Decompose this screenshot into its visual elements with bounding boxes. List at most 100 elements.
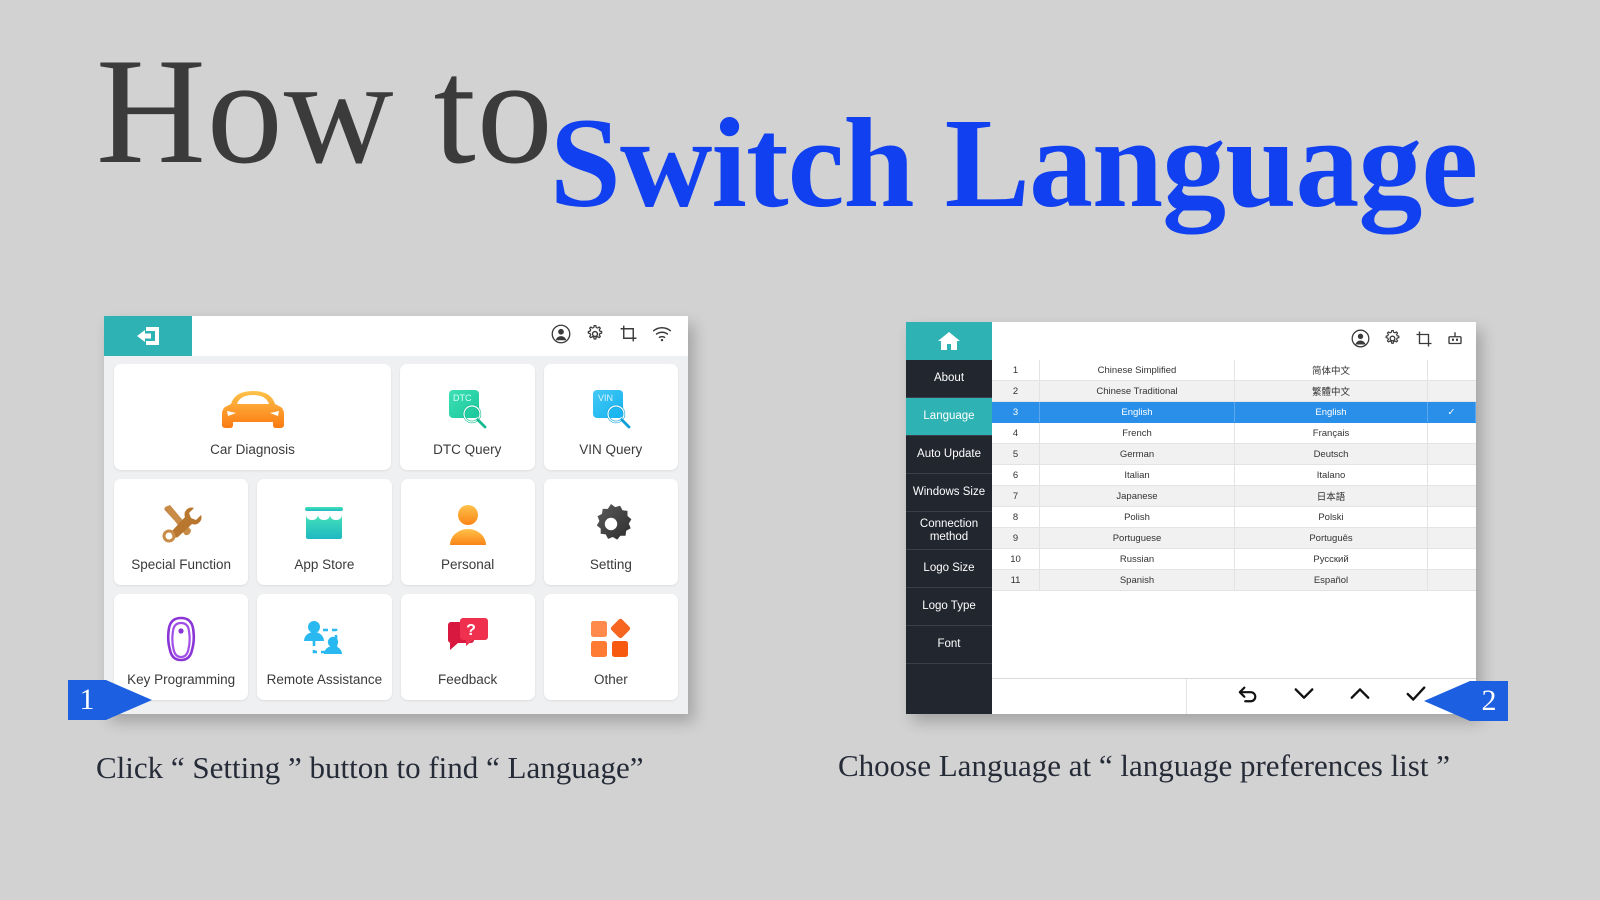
app-tile-label: App Store xyxy=(294,556,355,572)
app-tile-feedback[interactable]: ? Feedback xyxy=(400,594,535,700)
home-icon[interactable] xyxy=(906,322,992,360)
svg-text:VIN: VIN xyxy=(598,393,613,403)
step-number: 2 xyxy=(1470,681,1508,721)
right-status-icons xyxy=(1351,322,1476,360)
gear-icon[interactable] xyxy=(585,324,605,349)
row-english-name: Polish xyxy=(1040,507,1235,527)
table-row[interactable]: 8 Polish Polski xyxy=(992,507,1476,528)
row-index: 8 xyxy=(992,507,1040,527)
step-number: 1 xyxy=(68,680,106,720)
row-native-name: Deutsch xyxy=(1235,444,1428,464)
sidebar-item-language[interactable]: Language xyxy=(906,398,992,436)
app-tile-app-store[interactable]: App Store xyxy=(257,479,392,585)
row-english-name: English xyxy=(1040,402,1235,422)
app-tile-remote-assistance[interactable]: Remote Assistance xyxy=(257,594,392,700)
exit-back-icon[interactable] xyxy=(104,316,192,356)
table-row[interactable]: 9 Portuguese Português xyxy=(992,528,1476,549)
app-tile-car-diagnosis[interactable]: Car Diagnosis xyxy=(114,364,392,470)
dtc-search-icon: DTC xyxy=(443,378,491,440)
row-index: 4 xyxy=(992,423,1040,443)
row-index: 9 xyxy=(992,528,1040,548)
poster-root: How toSwitch Language Car Diagnosis DTC … xyxy=(0,0,1600,900)
tools-icon xyxy=(158,493,204,555)
row-native-name: Français xyxy=(1235,423,1428,443)
row-english-name: Italian xyxy=(1040,465,1235,485)
account-icon[interactable] xyxy=(551,324,571,349)
sidebar-item-label: Windows Size xyxy=(912,486,986,498)
app-tile-setting[interactable]: Setting xyxy=(543,479,678,585)
app-tile-label: Feedback xyxy=(437,671,498,687)
row-check xyxy=(1428,549,1476,569)
bottom-toolbar-spacer xyxy=(992,679,1187,714)
crop-icon[interactable] xyxy=(1415,330,1433,353)
table-row[interactable]: 10 Russian Русский xyxy=(992,549,1476,570)
grid-squares-icon xyxy=(588,608,634,670)
sidebar-item-font[interactable]: Font xyxy=(906,626,992,664)
app-tile-special-function[interactable]: Special Function xyxy=(114,479,249,585)
settings-body: About Language Auto Update Windows Size … xyxy=(906,360,1476,714)
table-row[interactable]: 7 Japanese 日本語 xyxy=(992,486,1476,507)
app-tile-dtc-query[interactable]: DTC DTC Query xyxy=(400,364,535,470)
app-tile-label: Setting xyxy=(589,556,632,572)
row-english-name: Chinese Simplified xyxy=(1040,360,1235,380)
sidebar-item-logo-size[interactable]: Logo Size xyxy=(906,550,992,588)
row-index: 11 xyxy=(992,570,1040,590)
row-native-name: Русский xyxy=(1235,549,1428,569)
table-row[interactable]: 11 Spanish Español xyxy=(992,570,1476,591)
store-icon xyxy=(299,493,349,555)
app-tile-label: Car Diagnosis xyxy=(210,441,295,457)
wifi-icon[interactable] xyxy=(652,325,672,348)
table-row[interactable]: 4 French Français xyxy=(992,423,1476,444)
right-topbar xyxy=(906,322,1476,360)
table-row[interactable]: 5 German Deutsch xyxy=(992,444,1476,465)
sidebar-item-label: Language xyxy=(923,410,975,422)
row-native-name: 日本語 xyxy=(1235,486,1428,506)
app-tile-label: Special Function xyxy=(131,556,232,572)
chevron-down-icon[interactable] xyxy=(1293,686,1315,707)
row-check xyxy=(1428,486,1476,506)
row-native-name: Español xyxy=(1235,570,1428,590)
app-tile-vin-query[interactable]: VIN VIN Query xyxy=(543,364,678,470)
left-topbar xyxy=(104,316,688,356)
feedback-bubble-icon: ? xyxy=(444,608,492,670)
app-tile-personal[interactable]: Personal xyxy=(400,479,535,585)
app-grid: Car Diagnosis DTC DTC Query VIN VIN Quer… xyxy=(104,356,688,714)
row-native-name: 繁體中文 xyxy=(1235,381,1428,401)
svg-text:?: ? xyxy=(466,622,476,639)
svg-text:DTC: DTC xyxy=(453,393,472,403)
sidebar-item-logo-type[interactable]: Logo Type xyxy=(906,588,992,626)
caption-step-2: Choose Language at “ language preference… xyxy=(838,748,1450,783)
left-topbar-spacer xyxy=(192,316,551,356)
right-topbar-spacer xyxy=(992,322,1351,360)
language-preferences-list: 1 Chinese Simplified 简体中文 2 Chinese Trad… xyxy=(992,360,1476,678)
table-row[interactable]: 6 Italian Italano xyxy=(992,465,1476,486)
usb-icon[interactable] xyxy=(1446,330,1464,353)
sidebar-item-windows-size[interactable]: Windows Size xyxy=(906,474,992,512)
row-check xyxy=(1428,507,1476,527)
sidebar-item-connection-method[interactable]: Connection method xyxy=(906,512,992,550)
undo-icon[interactable] xyxy=(1237,684,1259,709)
row-english-name: Japanese xyxy=(1040,486,1235,506)
row-check xyxy=(1428,570,1476,590)
table-row-selected[interactable]: 3 English English ✓ xyxy=(992,402,1476,423)
language-panel: 1 Chinese Simplified 简体中文 2 Chinese Trad… xyxy=(992,360,1476,714)
sidebar-item-auto-update[interactable]: Auto Update xyxy=(906,436,992,474)
row-index: 7 xyxy=(992,486,1040,506)
row-check xyxy=(1428,528,1476,548)
left-tablet-screenshot: Car Diagnosis DTC DTC Query VIN VIN Quer… xyxy=(104,316,688,714)
chevron-up-icon[interactable] xyxy=(1349,686,1371,707)
row-english-name: Spanish xyxy=(1040,570,1235,590)
row-english-name: Portuguese xyxy=(1040,528,1235,548)
check-icon: ✓ xyxy=(1428,402,1476,422)
sidebar-item-about[interactable]: About xyxy=(906,360,992,398)
table-row[interactable]: 1 Chinese Simplified 简体中文 xyxy=(992,360,1476,381)
account-icon[interactable] xyxy=(1351,329,1370,353)
app-tile-other[interactable]: Other xyxy=(543,594,678,700)
gear-icon[interactable] xyxy=(1383,329,1402,353)
table-row[interactable]: 2 Chinese Traditional 繁體中文 xyxy=(992,381,1476,402)
title-line-1: How to xyxy=(96,27,554,195)
app-row-2: Special Function App Store Personal Sett… xyxy=(114,479,678,585)
crop-icon[interactable] xyxy=(619,324,638,348)
page-title: How toSwitch Language xyxy=(96,27,1546,266)
arrow-right-icon xyxy=(106,680,152,720)
